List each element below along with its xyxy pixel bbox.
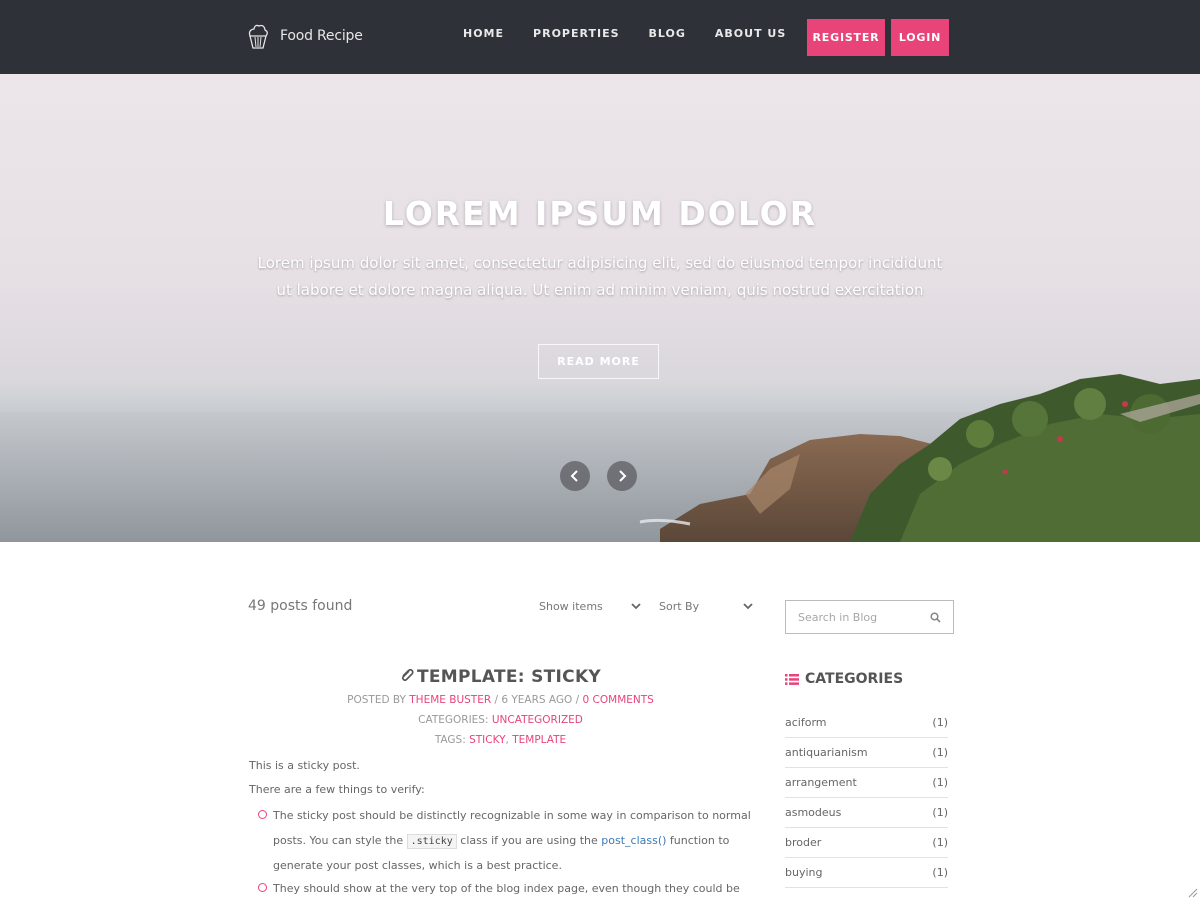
list-icon bbox=[785, 673, 799, 685]
post-class-link[interactable]: post_class() bbox=[601, 834, 666, 847]
tags-label: TAGS: bbox=[434, 734, 466, 746]
category-item[interactable]: asmodeus (1) bbox=[785, 798, 948, 828]
slider-prev-button[interactable] bbox=[560, 461, 590, 491]
nav-about-us[interactable]: ABOUT US bbox=[715, 27, 786, 40]
post-comments-link[interactable]: 0 COMMENTS bbox=[583, 694, 654, 706]
tag-link-sticky[interactable]: STICKY bbox=[469, 734, 505, 746]
category-item[interactable]: broder (1) bbox=[785, 828, 948, 858]
chevron-left-icon bbox=[570, 470, 578, 482]
blog-search-input[interactable] bbox=[798, 610, 908, 624]
show-items-select[interactable]: Show items bbox=[539, 600, 641, 613]
category-item[interactable]: buying (1) bbox=[785, 858, 948, 888]
list-item-text: They should show at the very top of the … bbox=[273, 882, 740, 895]
category-name: asmodeus bbox=[785, 806, 842, 819]
show-items-label: Show items bbox=[539, 600, 603, 613]
list-item: The sticky post should be distinctly rec… bbox=[258, 804, 758, 879]
category-name: antiquarianism bbox=[785, 746, 868, 759]
categories-heading: CATEGORIES bbox=[785, 671, 903, 687]
nav-home[interactable]: HOME bbox=[463, 27, 504, 40]
categories-list: aciform (1) antiquarianism (1) arrangement… bbox=[785, 708, 948, 888]
post-author-link[interactable]: THEME BUSTER bbox=[409, 694, 491, 706]
category-count: (1) bbox=[932, 866, 948, 879]
category-name: aciform bbox=[785, 716, 827, 729]
sort-by-label: Sort By bbox=[659, 600, 700, 613]
chevron-right-icon bbox=[619, 470, 627, 482]
site-header: Food Recipe HOME PROPERTIES BLOG ABOUT U… bbox=[0, 0, 1200, 74]
logo-text: Food Recipe bbox=[280, 28, 363, 44]
categories-title: CATEGORIES bbox=[805, 671, 904, 687]
list-item-text: class if you are using the bbox=[460, 833, 598, 847]
category-item[interactable]: arrangement (1) bbox=[785, 768, 948, 798]
chevron-down-icon bbox=[631, 603, 641, 610]
post-category-link[interactable]: UNCATEGORIZED bbox=[492, 714, 583, 726]
nav-blog[interactable]: BLOG bbox=[649, 27, 686, 40]
check-circle-icon bbox=[258, 883, 267, 892]
post-meta-categories: CATEGORIES: UNCATEGORIZED bbox=[248, 714, 753, 726]
nav-properties[interactable]: PROPERTIES bbox=[533, 27, 619, 40]
sort-by-select[interactable]: Sort By bbox=[659, 600, 753, 613]
slider-next-button[interactable] bbox=[607, 461, 637, 491]
code-snippet: .sticky bbox=[406, 833, 457, 849]
post-paragraph: There are a few things to verify: bbox=[249, 783, 425, 796]
category-count: (1) bbox=[932, 746, 948, 759]
login-button[interactable]: LOGIN bbox=[891, 19, 949, 56]
register-button[interactable]: REGISTER bbox=[807, 19, 885, 56]
cupcake-logo-icon bbox=[248, 24, 268, 49]
blog-search-box bbox=[785, 600, 954, 634]
post-meta-byline: POSTED BY THEME BUSTER / 6 YEARS AGO / 0… bbox=[347, 694, 654, 706]
category-name: arrangement bbox=[785, 776, 857, 789]
hero-title: LOREM IPSUM DOLOR bbox=[382, 194, 818, 233]
category-name: broder bbox=[785, 836, 822, 849]
category-count: (1) bbox=[932, 806, 948, 819]
logo[interactable]: Food Recipe bbox=[246, 22, 363, 50]
categories-label: CATEGORIES: bbox=[418, 714, 489, 726]
post-title-text: TEMPLATE: STICKY bbox=[416, 667, 602, 687]
post-age: 6 YEARS AGO bbox=[501, 694, 573, 706]
hero-slider: LOREM IPSUM DOLOR Lorem ipsum dolor sit … bbox=[0, 74, 1200, 542]
posts-found-count: 49 posts found bbox=[248, 598, 353, 614]
category-item[interactable]: aciform (1) bbox=[785, 708, 948, 738]
category-count: (1) bbox=[932, 776, 948, 789]
hero-background-image bbox=[0, 374, 1200, 542]
category-name: buying bbox=[785, 866, 823, 879]
tag-link-template[interactable]: TEMPLATE bbox=[512, 734, 566, 746]
search-icon[interactable] bbox=[930, 611, 941, 623]
hero-subtitle: Lorem ipsum dolor sit amet, consectetur … bbox=[257, 254, 943, 299]
paperclip-icon bbox=[401, 668, 414, 682]
post-title[interactable]: TEMPLATE: STICKY bbox=[248, 667, 753, 687]
post-meta-tags: TAGS: STICKY, TEMPLATE bbox=[434, 734, 567, 746]
resize-grip-icon[interactable] bbox=[1186, 886, 1198, 898]
check-circle-icon bbox=[258, 810, 267, 819]
posted-by-label: POSTED BY bbox=[347, 694, 406, 706]
main-nav: HOME PROPERTIES BLOG ABOUT US bbox=[463, 27, 786, 40]
category-count: (1) bbox=[932, 836, 948, 849]
post-paragraph: This is a sticky post. bbox=[249, 759, 360, 772]
category-item[interactable]: antiquarianism (1) bbox=[785, 738, 948, 768]
read-more-button[interactable]: READ MORE bbox=[538, 344, 659, 379]
list-item: They should show at the very top of the … bbox=[258, 877, 758, 900]
category-count: (1) bbox=[932, 716, 948, 729]
chevron-down-icon bbox=[743, 603, 753, 610]
